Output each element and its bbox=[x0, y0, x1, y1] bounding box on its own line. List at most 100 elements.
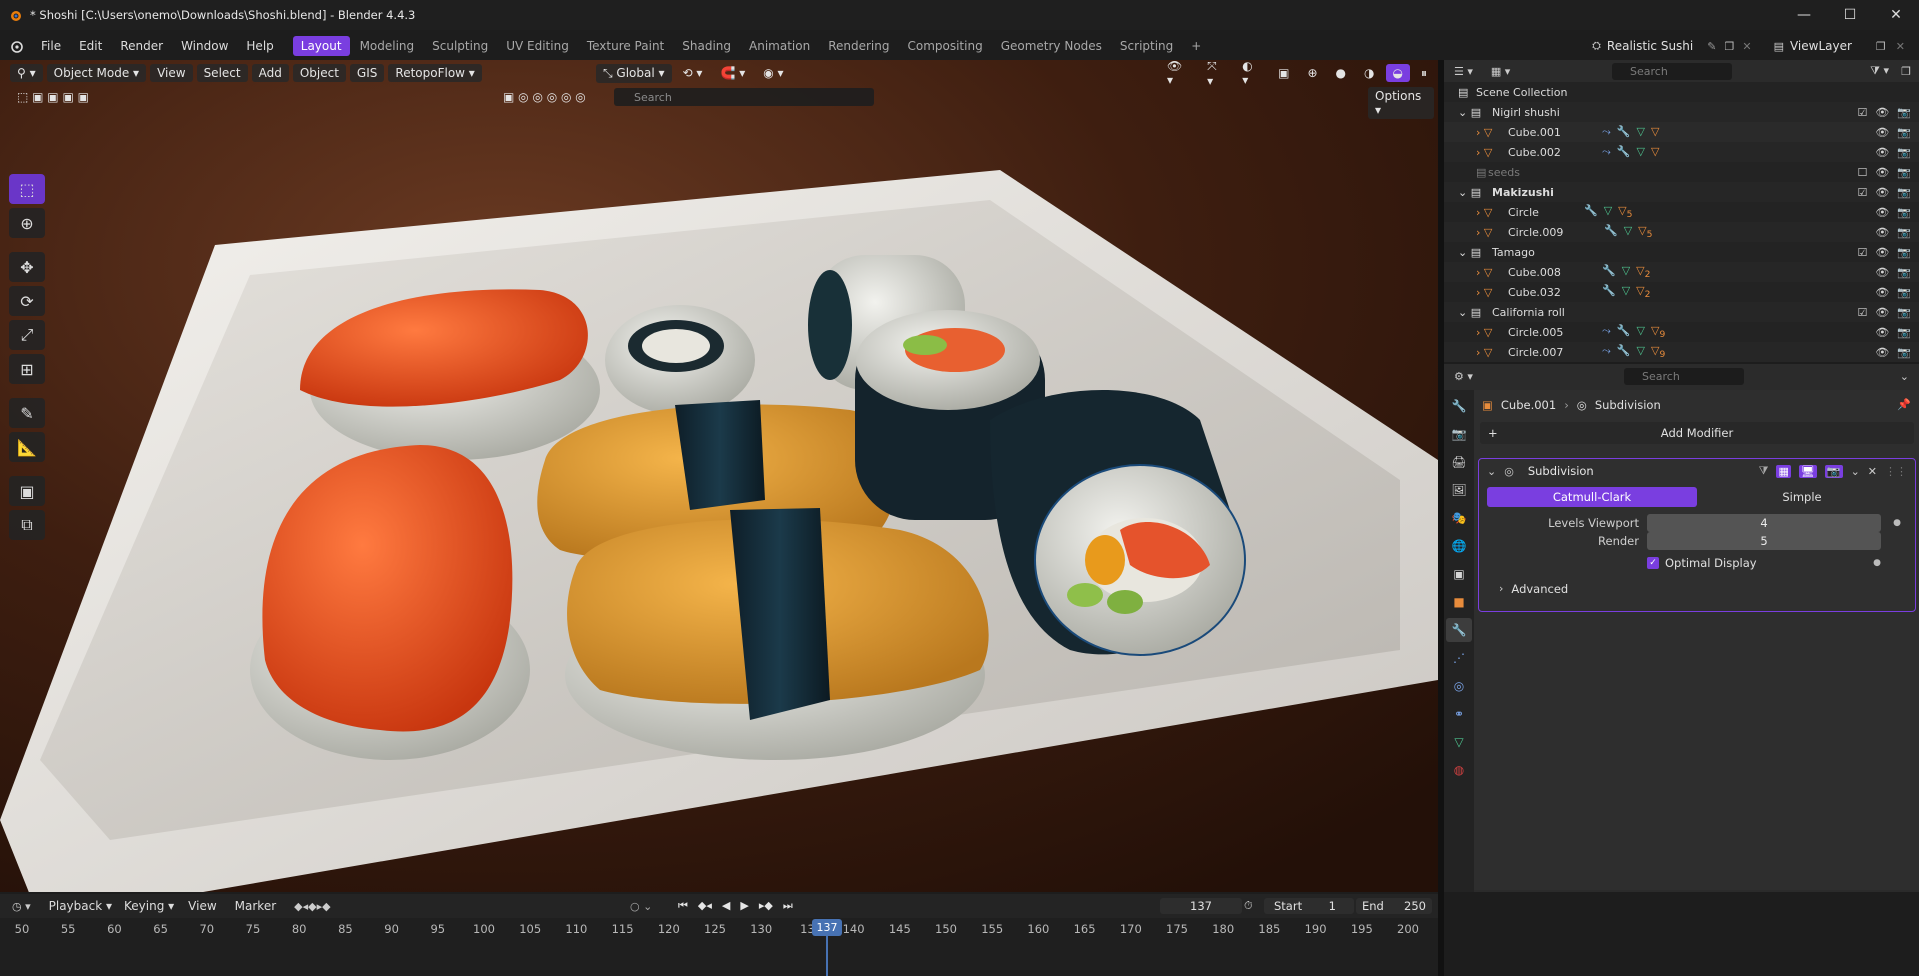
prev-keyframe-icon[interactable]: ◆◂ bbox=[698, 899, 712, 913]
select-box-icon[interactable]: ⬚ ▣ ▣ ▣ ▣ bbox=[10, 88, 96, 106]
remove-modifier-icon[interactable]: ✕ bbox=[1868, 465, 1877, 478]
annotate-tool-icon[interactable]: ✎ bbox=[9, 398, 45, 428]
outliner-editor-icon[interactable]: ☰ ▾ bbox=[1454, 65, 1473, 78]
physics-tab-icon[interactable]: ◎ bbox=[1446, 674, 1472, 698]
menu-window[interactable]: Window bbox=[172, 34, 237, 58]
outliner-row[interactable]: › ▽ Cube.001 ⤳ 🔧 ▽ ▽ 👁 📷 bbox=[1444, 122, 1919, 142]
outliner-row[interactable]: › ▽ Cube.032 🔧 ▽ ▽2 👁 📷 bbox=[1444, 282, 1919, 302]
timeline-view-menu[interactable]: View bbox=[188, 899, 216, 913]
scale-tool-icon[interactable]: ⤢ bbox=[9, 320, 45, 350]
delete-scene-icon[interactable]: ✕ bbox=[1742, 40, 1751, 53]
blender-menu-icon[interactable] bbox=[0, 34, 32, 58]
output-tab-icon[interactable]: 🖨 bbox=[1446, 450, 1472, 474]
optimal-display-checkbox[interactable]: ✓ bbox=[1647, 556, 1659, 569]
outliner-row[interactable]: › ▽ Circle.009 🔧 ▽ ▽5 👁 📷 bbox=[1444, 222, 1919, 242]
tab-rendering[interactable]: Rendering bbox=[820, 36, 897, 56]
viewport-search-input[interactable]: Search bbox=[614, 88, 874, 106]
camera-icon[interactable]: 📷 bbox=[1897, 246, 1911, 259]
menu-view[interactable]: View bbox=[150, 64, 193, 82]
move-tool-icon[interactable]: ✥ bbox=[9, 252, 45, 282]
pivot-icon[interactable]: ⟲ ▾ bbox=[676, 64, 710, 82]
world-tab-icon[interactable]: 🌐 bbox=[1446, 534, 1472, 558]
camera-icon[interactable]: 📷 bbox=[1897, 326, 1911, 339]
next-keyframe-icon[interactable]: ▸◆ bbox=[759, 899, 773, 913]
checkbox-icon[interactable]: ☑ bbox=[1857, 106, 1867, 119]
properties-editor-icon[interactable]: ⚙ ▾ bbox=[1454, 370, 1473, 383]
tab-layout[interactable]: Layout bbox=[292, 36, 350, 56]
new-collection-icon[interactable]: ❐ bbox=[1901, 65, 1911, 78]
add-modifier-button[interactable]: + Add Modifier bbox=[1480, 422, 1914, 444]
outliner-row[interactable]: › ▽ Cube.002 ⤳ 🔧 ▽ ▽ 👁 📷 bbox=[1444, 142, 1919, 162]
auto-key-icon[interactable]: ○ ⌄ bbox=[630, 900, 652, 913]
viewport-display-icon[interactable]: 🖥 bbox=[1798, 464, 1817, 478]
tool-tab-icon[interactable]: 🔧 bbox=[1446, 394, 1472, 418]
scene-icon[interactable]: ⛭ bbox=[1592, 39, 1601, 53]
modifier-tab-icon[interactable]: 🔧 bbox=[1446, 618, 1472, 642]
menu-help[interactable]: Help bbox=[237, 34, 282, 58]
eye-icon[interactable]: 👁 bbox=[1875, 306, 1889, 319]
minimize-button[interactable]: — bbox=[1781, 0, 1827, 30]
current-frame-field[interactable]: 137 bbox=[1160, 898, 1242, 914]
scene-tab-icon[interactable]: 🎭 bbox=[1446, 506, 1472, 530]
eye-icon[interactable]: 👁 bbox=[1875, 146, 1889, 159]
eye-icon[interactable]: 👁 bbox=[1875, 186, 1889, 199]
new-view-layer-icon[interactable]: ❐ bbox=[1876, 40, 1886, 53]
tab-uv-editing[interactable]: UV Editing bbox=[498, 36, 577, 56]
data-tab-icon[interactable]: ▽ bbox=[1446, 730, 1472, 754]
transform-orientation-dropdown[interactable]: ⤡ Global ▾ bbox=[596, 63, 672, 83]
play-icon[interactable]: ▶ bbox=[740, 899, 748, 913]
properties-search-input[interactable]: Search bbox=[1624, 368, 1744, 385]
levels-viewport-field[interactable]: 4 bbox=[1647, 513, 1881, 532]
tab-geometry-nodes[interactable]: Geometry Nodes bbox=[993, 36, 1110, 56]
render-levels-field[interactable]: 5 bbox=[1647, 531, 1881, 550]
outliner-row[interactable]: ⌄ ▤ Tamago ☑ 👁 📷 bbox=[1444, 242, 1919, 262]
eye-icon[interactable]: 👁 bbox=[1875, 226, 1889, 239]
expand-icon[interactable]: ⌄ bbox=[1900, 370, 1909, 383]
eye-icon[interactable]: 👁 bbox=[1875, 326, 1889, 339]
tab-sculpting[interactable]: Sculpting bbox=[424, 36, 496, 56]
outliner-row[interactable]: ⌄ ▤ Nigirl shushi ☑ 👁 📷 bbox=[1444, 102, 1919, 122]
shading-material-icon[interactable]: ◑ bbox=[1357, 64, 1381, 82]
shading-solid-icon[interactable]: ● bbox=[1329, 64, 1353, 82]
add-workspace-button[interactable]: + bbox=[1183, 36, 1209, 56]
pause-render-icon[interactable]: ⏸ bbox=[1414, 64, 1434, 83]
outliner-row[interactable]: › ▽ Circle.007 ⤳ 🔧 ▽ ▽9 👁 📷 bbox=[1444, 342, 1919, 362]
close-button[interactable]: ✕ bbox=[1873, 0, 1919, 30]
menu-add[interactable]: Add bbox=[251, 64, 289, 82]
particles-tab-icon[interactable]: ⋰ bbox=[1446, 646, 1472, 670]
timeline-editor-icon[interactable]: ◷ ▾ bbox=[12, 900, 31, 913]
menu-file[interactable]: File bbox=[32, 34, 70, 58]
visibility-icon[interactable]: 👁 ▾ bbox=[1160, 60, 1196, 89]
outliner-row[interactable]: › ▽ Circle 🔧 ▽ ▽5 👁 📷 bbox=[1444, 202, 1919, 222]
start-frame-field[interactable]: Start 1 bbox=[1264, 898, 1354, 914]
camera-icon[interactable]: 📷 bbox=[1897, 126, 1911, 139]
dropdown-icon[interactable]: ⌄ bbox=[1851, 465, 1860, 478]
shading-rendered-icon[interactable]: ◒ bbox=[1385, 64, 1410, 82]
menu-edit[interactable]: Edit bbox=[70, 34, 111, 58]
select-tool-icon[interactable]: ⬚ bbox=[9, 174, 45, 204]
simple-button[interactable]: Simple bbox=[1697, 487, 1907, 507]
expand-chevron-icon[interactable]: › bbox=[1499, 582, 1503, 595]
camera-icon[interactable]: 📷 bbox=[1897, 306, 1911, 319]
menu-render[interactable]: Render bbox=[111, 34, 172, 58]
modifier-name[interactable]: Subdivision bbox=[1528, 464, 1594, 478]
tab-compositing[interactable]: Compositing bbox=[899, 36, 990, 56]
checkbox-icon[interactable]: ☑ bbox=[1857, 186, 1867, 199]
eye-icon[interactable]: 👁 bbox=[1875, 346, 1889, 359]
rotate-tool-icon[interactable]: ⟳ bbox=[9, 286, 45, 316]
eye-icon[interactable]: 👁 bbox=[1875, 266, 1889, 279]
display-mode-icon[interactable]: ▦ ▾ bbox=[1491, 65, 1510, 78]
camera-icon[interactable]: 📷 bbox=[1897, 206, 1911, 219]
clock-icon[interactable]: ⏱ bbox=[1244, 899, 1253, 913]
frame-ruler[interactable]: 50 55 60 65 70 75 80 85 90 95 100 105 110 115 120 125 13… bbox=[0, 918, 1438, 940]
outliner-search-input[interactable]: Search bbox=[1612, 63, 1732, 80]
options-dropdown[interactable]: Options ▾ bbox=[1368, 87, 1434, 119]
edit-mode-icon[interactable]: ⧩ bbox=[1759, 464, 1769, 478]
advanced-subpanel[interactable]: › Advanced bbox=[1487, 579, 1907, 598]
camera-icon[interactable]: 📷 bbox=[1897, 186, 1911, 199]
collection-tab-icon[interactable]: ▣ bbox=[1446, 562, 1472, 586]
play-reverse-icon[interactable]: ◀ bbox=[722, 899, 730, 913]
drag-handle-icon[interactable]: ⋮⋮ bbox=[1885, 465, 1907, 478]
xray-icon[interactable]: ▣ bbox=[1271, 64, 1296, 82]
checkbox-icon[interactable]: ☑ bbox=[1857, 246, 1867, 259]
